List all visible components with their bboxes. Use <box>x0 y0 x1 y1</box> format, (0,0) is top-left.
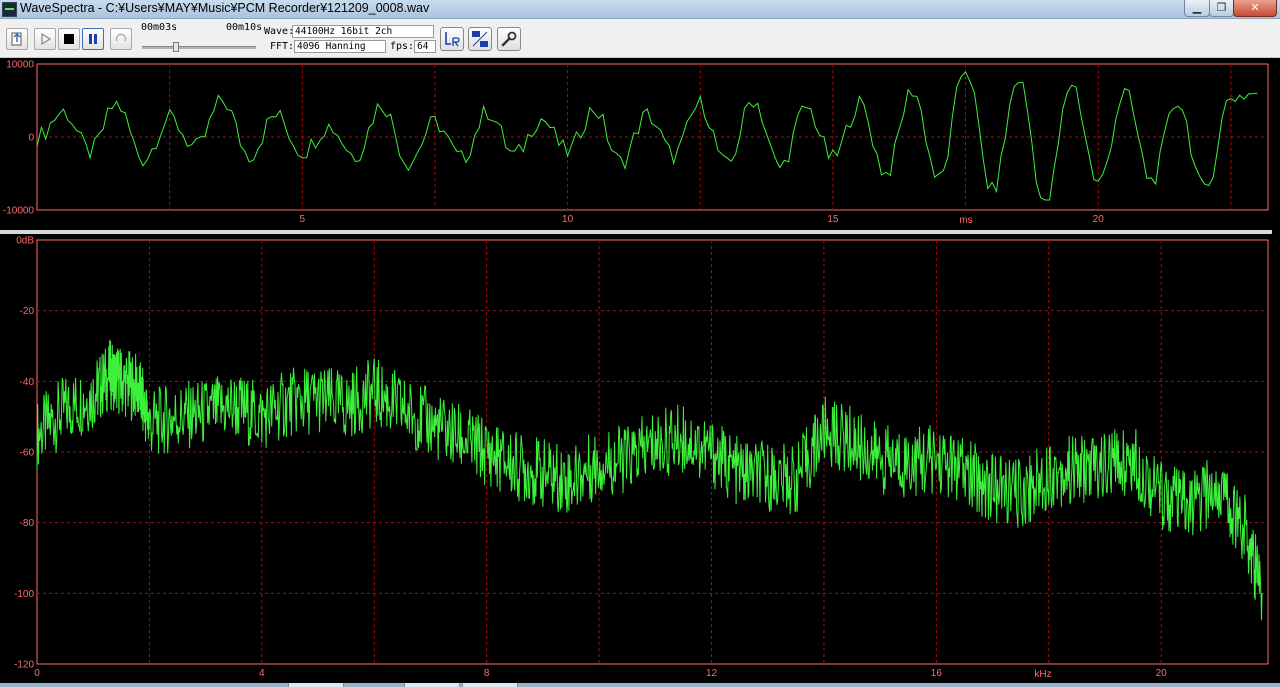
hz-db-icon <box>469 28 491 50</box>
vertical-edge <box>1272 58 1280 683</box>
taskbar-item[interactable] <box>462 683 518 687</box>
y-tick-label: -20 <box>20 306 35 317</box>
stop-icon <box>59 29 79 49</box>
toolbar: 00m03s 00m10s <box>0 19 1280 58</box>
fft-label: FFT: <box>270 41 295 52</box>
loop-icon <box>111 29 131 49</box>
y-tick-label: 10000 <box>6 60 34 71</box>
signal-trace <box>36 71 1258 201</box>
x-axis-label: ms <box>959 215 972 226</box>
spectrum-chart: 0dB -20 -40 -60 -80 -100 -1200 4 8 12 16 20 kHz <box>14 236 1269 680</box>
position-time: 00m03s <box>141 22 178 33</box>
x-tick-label: 10 <box>562 214 574 225</box>
window-title: WaveSpectra - C:¥Users¥MAY¥Music¥PCM Rec… <box>20 1 430 15</box>
x-tick-label: 12 <box>706 668 718 679</box>
hz-db-button[interactable] <box>468 27 492 51</box>
close-icon: ✕ <box>1250 1 1260 14</box>
open-icon <box>7 29 27 49</box>
pause-icon <box>83 29 103 49</box>
x-tick-label: 0 <box>34 668 40 679</box>
settings-button[interactable] <box>497 27 521 51</box>
y-tick-label: -120 <box>14 660 34 671</box>
pause-button[interactable] <box>82 28 104 50</box>
wave-label: Wave: <box>264 26 295 37</box>
position-slider-thumb[interactable] <box>173 42 179 52</box>
restore-icon: ❐ <box>1216 1 1227 14</box>
x-axis-label: kHz <box>1034 669 1051 680</box>
minimize-button[interactable]: ▁ <box>1184 0 1210 17</box>
taskbar-item[interactable] <box>404 683 460 687</box>
stop-button[interactable] <box>58 28 80 50</box>
position-slider[interactable] <box>142 46 256 49</box>
y-tick-label: -40 <box>20 377 35 388</box>
fft-setting-field: 4096 Hanning <box>294 40 386 53</box>
spectrum-panel: 0dB -20 -40 -60 -80 -100 -120 0 4 8 12 16 20 kHz <box>0 234 1280 683</box>
maximize-button[interactable]: ❐ <box>1209 0 1234 17</box>
y-tick-label: -60 <box>20 448 35 459</box>
x-tick-label: 15 <box>827 214 839 225</box>
x-tick-label: 8 <box>484 668 490 679</box>
waveform-chart: 10000 0 -10000 5 10 15 20 ms <box>3 60 1269 226</box>
y-tick-label: -10000 <box>3 206 35 217</box>
close-button[interactable]: ✕ <box>1233 0 1277 17</box>
fps-label: fps: <box>390 41 415 52</box>
x-tick-label: 4 <box>259 668 265 679</box>
waveform-panel: 10000 0 -10000 5 10 15 20 ms <box>0 58 1280 230</box>
taskbar-strip <box>0 683 1280 687</box>
loop-button[interactable] <box>110 28 132 50</box>
x-tick-label: 5 <box>300 214 306 225</box>
y-tick-label: -100 <box>14 589 34 600</box>
y-tick-label: -80 <box>20 518 35 529</box>
open-button[interactable] <box>6 28 28 50</box>
signal-trace <box>36 339 1263 621</box>
x-tick-label: 16 <box>931 668 943 679</box>
minimize-icon: ▁ <box>1192 1 1202 14</box>
y-tick-label: 0 <box>28 133 34 144</box>
x-tick-label: 20 <box>1156 668 1168 679</box>
fps-field: 64 <box>414 40 436 53</box>
channel-lr-icon <box>441 28 463 50</box>
taskbar-item[interactable] <box>288 683 344 687</box>
total-time: 00m10s <box>226 22 263 33</box>
wave-format-field: 44100Hz 16bit 2ch <box>292 25 434 38</box>
x-tick-label: 20 <box>1093 214 1105 225</box>
app-icon <box>2 2 17 17</box>
play-icon <box>35 29 55 49</box>
play-button[interactable] <box>34 28 56 50</box>
title-bar: WaveSpectra - C:¥Users¥MAY¥Music¥PCM Rec… <box>0 0 1280 19</box>
wrench-icon <box>498 28 520 50</box>
y-tick-label: 0dB <box>16 236 34 247</box>
channel-lr-button[interactable] <box>440 27 464 51</box>
